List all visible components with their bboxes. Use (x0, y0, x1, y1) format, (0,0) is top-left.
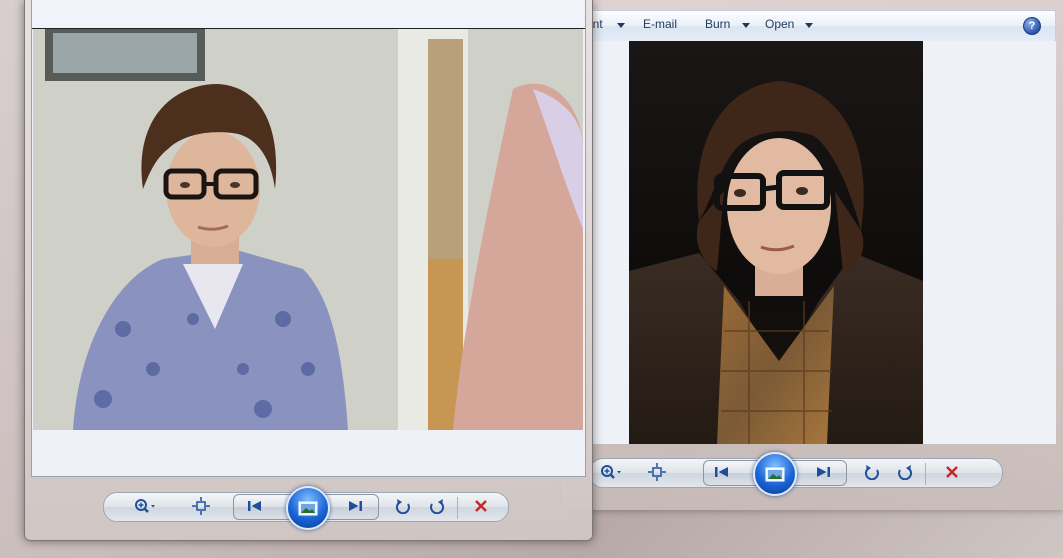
command-bar: int E-mail Burn Open ? (589, 10, 1056, 42)
rotate-counterclockwise-icon[interactable] (860, 460, 884, 484)
previous-icon[interactable] (710, 460, 734, 484)
image-view (589, 41, 1056, 444)
rotate-clockwise-icon[interactable] (893, 460, 917, 484)
next-icon[interactable] (343, 494, 367, 518)
viewer-controls (589, 452, 1056, 501)
separator (925, 463, 926, 485)
zoom-icon[interactable] (133, 494, 157, 518)
separator (457, 497, 458, 519)
photo-boy-with-glasses (33, 29, 583, 430)
actual-size-icon[interactable] (189, 494, 213, 518)
burn-menu[interactable]: Burn (705, 17, 730, 31)
open-menu[interactable]: Open (765, 17, 794, 31)
photo-man-with-glasses (629, 41, 923, 444)
chevron-down-icon[interactable] (742, 23, 750, 28)
next-icon[interactable] (811, 460, 835, 484)
rotate-counterclockwise-icon[interactable] (391, 494, 415, 518)
chevron-down-icon[interactable] (617, 23, 625, 28)
photo-viewer-window-left (24, 0, 593, 541)
view-top-area (32, 0, 585, 29)
slideshow-icon[interactable] (286, 486, 330, 530)
image-view (31, 0, 586, 477)
viewer-controls (103, 486, 509, 530)
help-icon[interactable]: ? (1023, 17, 1041, 35)
chevron-down-icon[interactable] (805, 23, 813, 28)
photo-viewer-window-right: int E-mail Burn Open ? (560, 0, 1063, 510)
actual-size-icon[interactable] (645, 460, 669, 484)
delete-icon[interactable] (940, 460, 964, 484)
zoom-icon[interactable] (599, 460, 623, 484)
email-button[interactable]: E-mail (643, 17, 677, 31)
rotate-clockwise-icon[interactable] (425, 494, 449, 518)
delete-icon[interactable] (469, 494, 493, 518)
slideshow-icon[interactable] (753, 452, 797, 496)
previous-icon[interactable] (243, 494, 267, 518)
